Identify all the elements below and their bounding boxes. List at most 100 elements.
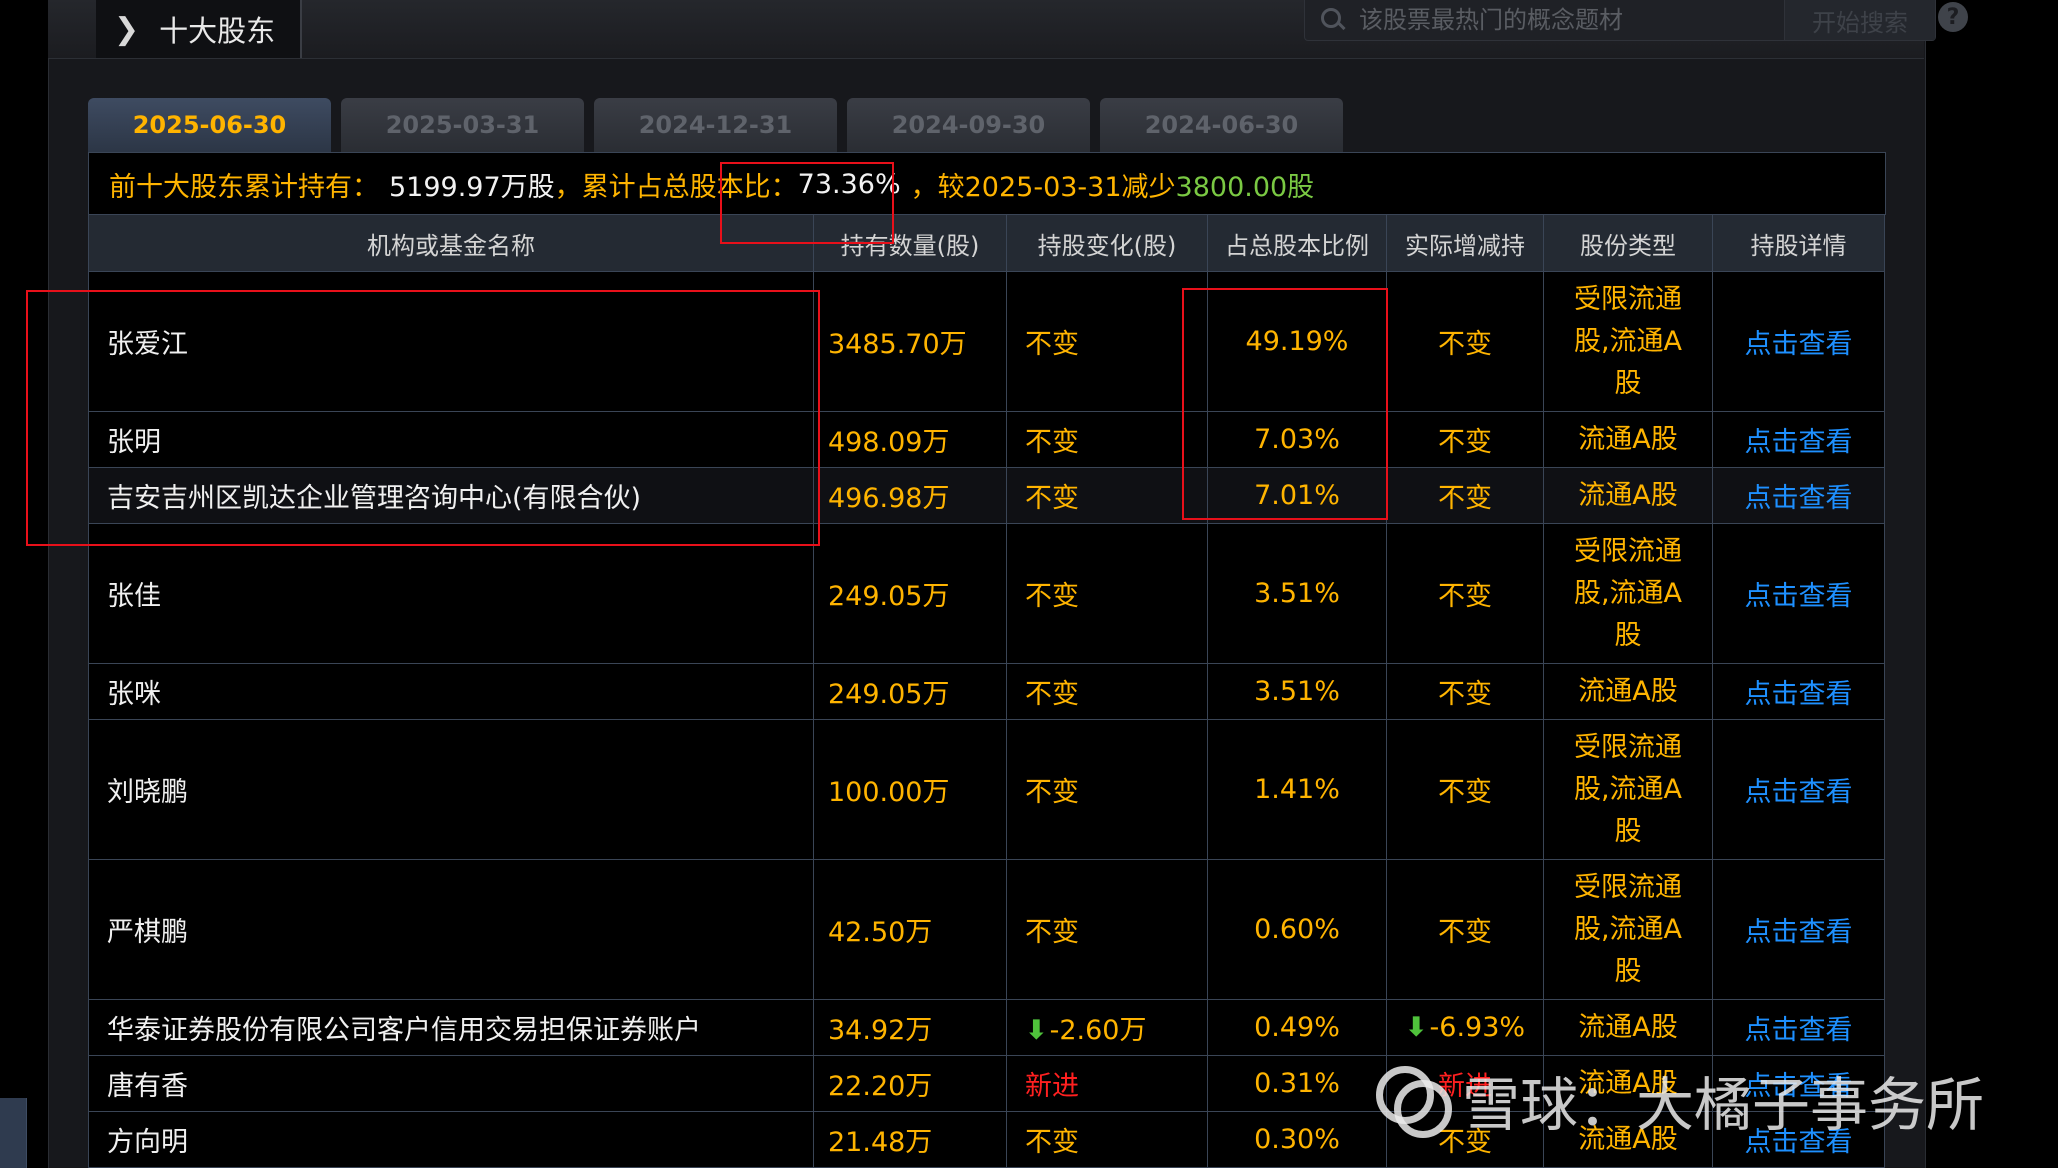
col-detail: 持股详情 — [1712, 214, 1885, 272]
holder-qty: 498.09万 — [813, 411, 1007, 468]
table-row: 华泰证券股份有限公司客户信用交易担保证券账户 34.92万 ⬇-2.60万 0.… — [88, 999, 1885, 1056]
actual-value: -6.93% — [1429, 1012, 1526, 1043]
table-row: 张爱江 3485.70万 不变 49.19% 不变 受限流通股,流通A股 点击查… — [88, 271, 1885, 412]
arrow-down-icon: ⬇ — [1025, 1015, 1048, 1046]
holder-type: 流通A股 — [1543, 663, 1713, 720]
search-button[interactable]: 开始搜索 — [1784, 0, 1935, 40]
holder-change: 不变 — [1006, 859, 1208, 1000]
holder-type: 流通A股 — [1543, 999, 1713, 1056]
holder-ratio: 0.31% — [1207, 1055, 1387, 1112]
table-row: 刘晓鹏 100.00万 不变 1.41% 不变 受限流通股,流通A股 点击查看 — [88, 719, 1885, 860]
holder-qty: 249.05万 — [813, 663, 1007, 720]
shareholders-table: 机构或基金名称 持有数量(股) 持股变化(股) 占总股本比例 实际增减持 股份类… — [88, 214, 1885, 1168]
holder-ratio: 0.30% — [1207, 1111, 1387, 1168]
tab-2025-06-30[interactable]: 2025-06-30 — [88, 98, 331, 152]
tab-2024-09-30[interactable]: 2024-09-30 — [847, 98, 1090, 152]
holder-qty: 34.92万 — [813, 999, 1007, 1056]
holder-actual: 不变 — [1386, 663, 1544, 720]
holder-actual: 不变 — [1386, 859, 1544, 1000]
tab-2024-06-30[interactable]: 2024-06-30 — [1100, 98, 1343, 152]
holder-name: 张佳 — [88, 523, 814, 664]
holding-summary: 前十大股东累计持有： 5199.97万股 ，累计占总股本比： 73.36% ，较… — [88, 152, 1886, 215]
holder-type: 受限流通股,流通A股 — [1543, 523, 1713, 664]
tab-2024-12-31[interactable]: 2024-12-31 — [594, 98, 837, 152]
xueqiu-logo-icon — [1376, 1066, 1452, 1138]
watermark: 雪球：大橘子事务所 — [1376, 1060, 1984, 1140]
holder-type: 流通A股 — [1543, 411, 1713, 468]
view-detail-link[interactable]: 点击查看 — [1712, 271, 1885, 412]
holder-ratio: 49.19% — [1207, 271, 1387, 412]
summary-ratio: 73.36% — [797, 168, 901, 200]
section-title-box[interactable]: ❯ 十大股东 — [96, 0, 302, 58]
concept-search: 开始搜索 — [1304, 0, 1936, 41]
col-change: 持股变化(股) — [1006, 214, 1208, 272]
col-actual: 实际增减持 — [1386, 214, 1544, 272]
holder-name: 刘晓鹏 — [88, 719, 814, 860]
holder-change: 不变 — [1006, 719, 1208, 860]
view-detail-link[interactable]: 点击查看 — [1712, 467, 1885, 524]
view-detail-link[interactable]: 点击查看 — [1712, 523, 1885, 664]
holder-actual: 不变 — [1386, 523, 1544, 664]
arrow-down-icon: ⬇ — [1404, 1012, 1428, 1043]
help-icon[interactable]: ? — [1938, 2, 1968, 32]
col-type: 股份类型 — [1543, 214, 1713, 272]
tab-2025-03-31[interactable]: 2025-03-31 — [341, 98, 584, 152]
holder-type: 受限流通股,流通A股 — [1543, 859, 1713, 1000]
holder-qty: 42.50万 — [813, 859, 1007, 1000]
view-detail-link[interactable]: 点击查看 — [1712, 663, 1885, 720]
summary-total-shares: 5199.97万股 — [389, 171, 555, 203]
holder-change: 不变 — [1006, 467, 1208, 524]
summary-label-change: ，较2025-03-31减少 — [910, 171, 1176, 203]
holder-ratio: 3.51% — [1207, 663, 1387, 720]
view-detail-link[interactable]: 点击查看 — [1712, 999, 1885, 1056]
holder-name: 严棋鹏 — [88, 859, 814, 1000]
chevron-right-icon: ❯ — [114, 11, 140, 47]
view-detail-link[interactable]: 点击查看 — [1712, 411, 1885, 468]
holder-name: 张明 — [88, 411, 814, 468]
search-input[interactable] — [1345, 0, 1784, 40]
holder-qty: 100.00万 — [813, 719, 1007, 860]
table-row: 张咪 249.05万 不变 3.51% 不变 流通A股 点击查看 — [88, 663, 1885, 720]
section-title: 十大股东 — [159, 14, 276, 48]
holder-actual: 不变 — [1386, 719, 1544, 860]
holder-name: 张爱江 — [88, 271, 814, 412]
holder-ratio: 0.60% — [1207, 859, 1387, 1000]
watermark-text: 雪球：大橘子事务所 — [1462, 1071, 1985, 1139]
holder-change: 不变 — [1006, 663, 1208, 720]
holder-type: 受限流通股,流通A股 — [1543, 719, 1713, 860]
holder-ratio: 0.49% — [1207, 999, 1387, 1056]
summary-label-total: 前十大股东累计持有： — [109, 171, 379, 203]
side-tab[interactable] — [0, 1098, 27, 1168]
holder-name: 方向明 — [88, 1111, 814, 1168]
table-header: 机构或基金名称 持有数量(股) 持股变化(股) 占总股本比例 实际增减持 股份类… — [88, 214, 1885, 272]
holder-change: ⬇-2.60万 — [1006, 999, 1208, 1056]
holder-qty: 22.20万 — [813, 1055, 1007, 1112]
holder-qty: 3485.70万 — [813, 271, 1007, 412]
holder-qty: 496.98万 — [813, 467, 1007, 524]
holder-change: 新进 — [1006, 1055, 1208, 1112]
view-detail-link[interactable]: 点击查看 — [1712, 859, 1885, 1000]
holder-type: 受限流通股,流通A股 — [1543, 271, 1713, 412]
holder-ratio: 1.41% — [1207, 719, 1387, 860]
holder-change: 不变 — [1006, 523, 1208, 664]
table-row: 吉安吉州区凯达企业管理咨询中心(有限合伙) 496.98万 不变 7.01% 不… — [88, 467, 1885, 524]
table-row: 张佳 249.05万 不变 3.51% 不变 受限流通股,流通A股 点击查看 — [88, 523, 1885, 664]
col-qty: 持有数量(股) — [813, 214, 1007, 272]
holder-change: 不变 — [1006, 271, 1208, 412]
summary-change: 3800.00股 — [1175, 171, 1315, 203]
holder-actual: 不变 — [1386, 271, 1544, 412]
holder-ratio: 7.01% — [1207, 467, 1387, 524]
search-icon — [1319, 7, 1345, 33]
table-row: 严棋鹏 42.50万 不变 0.60% 不变 受限流通股,流通A股 点击查看 — [88, 859, 1885, 1000]
holder-name: 华泰证券股份有限公司客户信用交易担保证券账户 — [88, 999, 814, 1056]
header-bar: ❯ 十大股东 开始搜索 ? — [48, 0, 1968, 59]
holder-ratio: 7.03% — [1207, 411, 1387, 468]
table-row: 张明 498.09万 不变 7.03% 不变 流通A股 点击查看 — [88, 411, 1885, 468]
holder-name: 吉安吉州区凯达企业管理咨询中心(有限合伙) — [88, 467, 814, 524]
holder-change: 不变 — [1006, 411, 1208, 468]
holder-type: 流通A股 — [1543, 467, 1713, 524]
view-detail-link[interactable]: 点击查看 — [1712, 719, 1885, 860]
col-ratio: 占总股本比例 — [1207, 214, 1387, 272]
holder-ratio: 3.51% — [1207, 523, 1387, 664]
col-name: 机构或基金名称 — [88, 214, 814, 272]
